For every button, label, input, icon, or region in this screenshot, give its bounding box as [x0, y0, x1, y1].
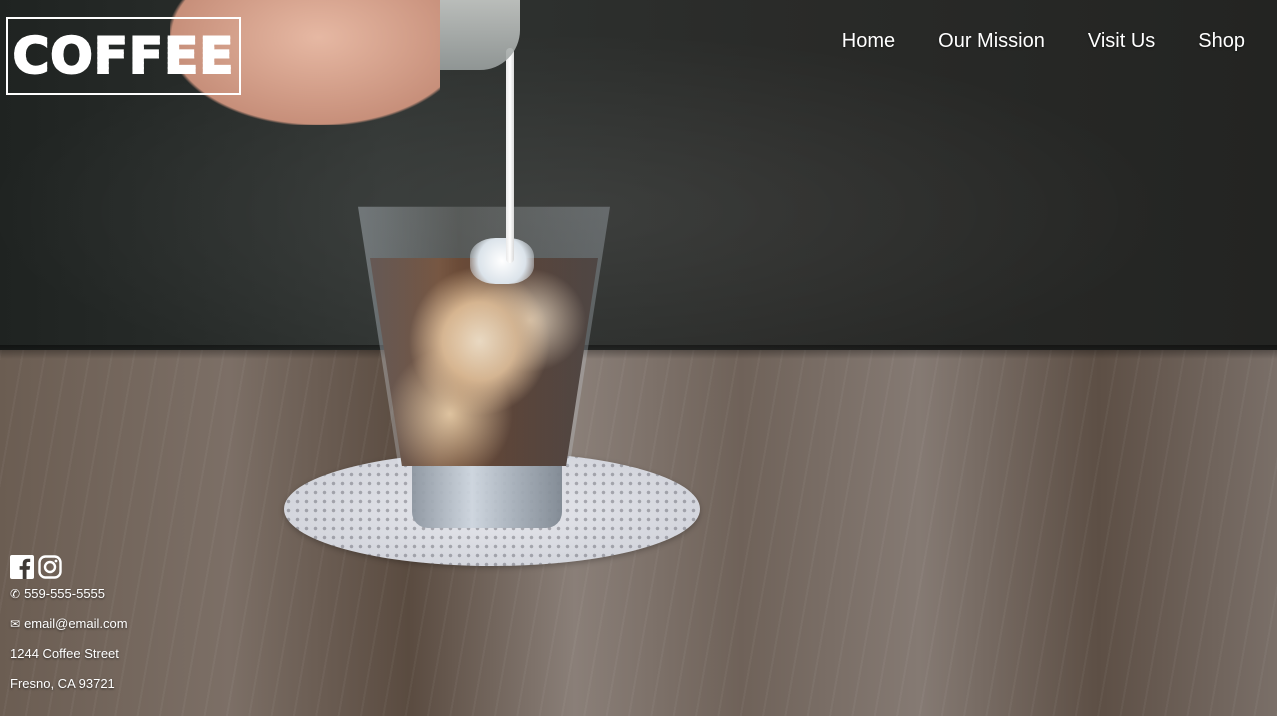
- email-line: ✉ email@email.com: [10, 615, 128, 645]
- nav-our-mission[interactable]: Our Mission: [938, 28, 1045, 54]
- city-text: Fresno, CA 93721: [10, 676, 115, 691]
- city-address: Fresno, CA 93721: [10, 675, 128, 705]
- street-address: 1244 Coffee Street: [10, 645, 128, 675]
- social-links: [10, 555, 128, 579]
- contact-info: ✆ 559-555-5555 ✉ email@email.com 1244 Co…: [10, 555, 128, 705]
- hero-background-image: [0, 0, 1277, 716]
- facebook-icon[interactable]: [10, 555, 34, 579]
- phone-line: ✆ 559-555-5555: [10, 585, 128, 615]
- envelope-icon: ✉: [10, 617, 21, 631]
- instagram-icon[interactable]: [38, 555, 62, 579]
- milk-stream: [506, 48, 514, 263]
- phone-number[interactable]: 559-555-5555: [24, 585, 105, 603]
- nav-shop[interactable]: Shop: [1198, 28, 1245, 54]
- logo-text: COFFEE: [12, 26, 235, 86]
- street-text: 1244 Coffee Street: [10, 646, 119, 661]
- main-nav: Home Our Mission Visit Us Shop: [842, 28, 1245, 54]
- email-address[interactable]: email@email.com: [24, 615, 128, 633]
- glass: [358, 206, 610, 466]
- phone-icon: ✆: [10, 587, 21, 601]
- ice-cube: [470, 238, 534, 284]
- nav-visit-us[interactable]: Visit Us: [1088, 28, 1155, 54]
- nav-home[interactable]: Home: [842, 28, 895, 54]
- logo-link[interactable]: COFFEE: [6, 17, 241, 95]
